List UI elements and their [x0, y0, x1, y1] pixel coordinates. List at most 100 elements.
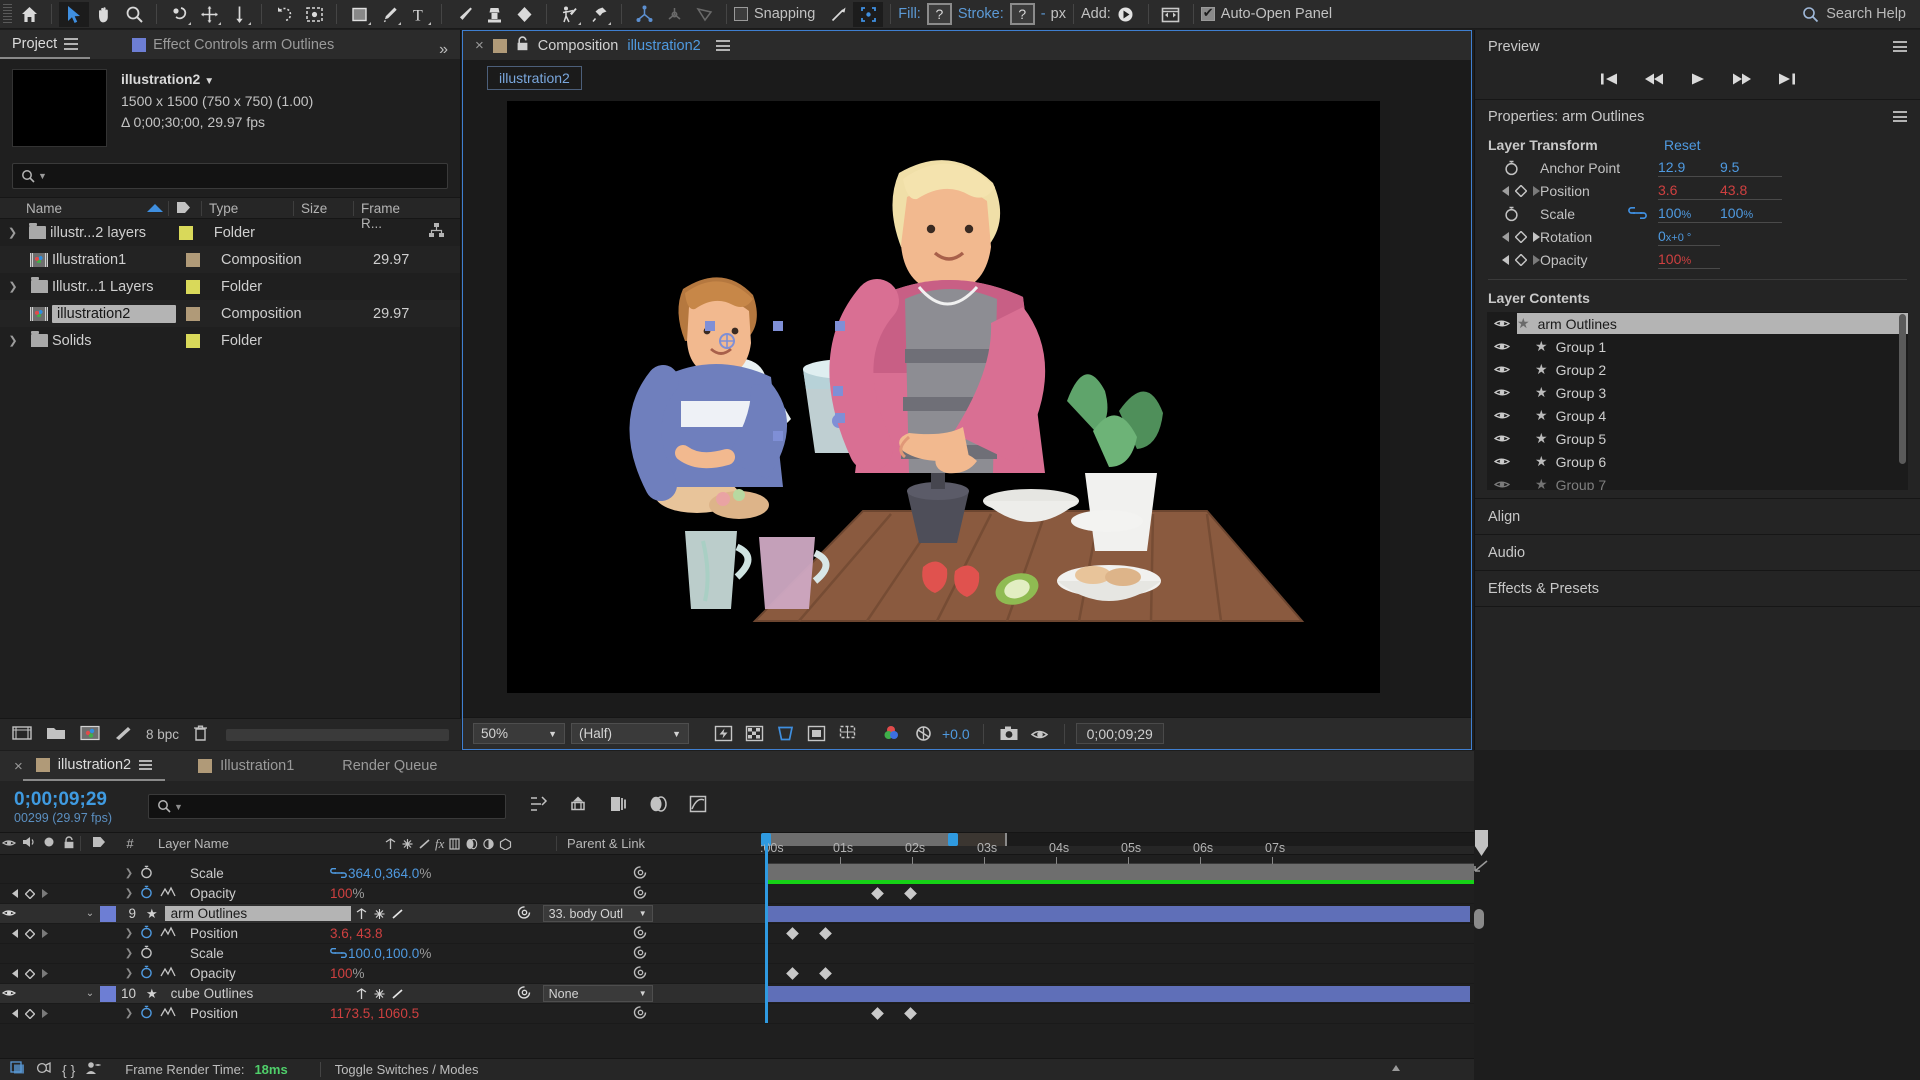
auto-open-checkbox[interactable] [1200, 5, 1215, 21]
rotation-tool-icon[interactable] [164, 2, 194, 27]
keyframe-marker[interactable] [819, 927, 832, 940]
snapping-arrow-icon[interactable] [823, 2, 853, 27]
sort-ascending-icon[interactable] [140, 201, 168, 216]
rectangle-tool-icon[interactable] [344, 2, 374, 27]
video-switch-header-icon[interactable] [0, 836, 18, 851]
video-switch-10[interactable] [0, 986, 18, 1001]
stopwatch-icon-tl-2[interactable] [140, 885, 160, 902]
timeline-layer-9-name[interactable]: arm Outlines [164, 906, 351, 921]
solo-switch-header-icon[interactable] [40, 836, 58, 851]
audio-switch-header-icon[interactable] [18, 836, 40, 851]
eye-icon-5[interactable] [1487, 431, 1517, 447]
comp-end-handle[interactable] [1475, 830, 1488, 856]
eye-icon-4[interactable] [1487, 408, 1517, 424]
parent-pickwhip-9[interactable] [517, 905, 543, 923]
project-row-1-swatch[interactable] [186, 252, 200, 267]
unified-camera-tool-icon[interactable] [194, 2, 224, 27]
search-dropdown-icon-timeline[interactable]: ▼ [174, 802, 183, 812]
panel-menu-icon[interactable] [64, 37, 79, 50]
expand-arrow-icon-prop-4[interactable]: ❯ [118, 948, 140, 959]
column-size[interactable]: Size [293, 200, 353, 216]
layer-name-column-header[interactable]: Layer Name [144, 836, 384, 851]
color-depth-label[interactable]: 8 bpc [146, 727, 179, 742]
scale-link-icon-tl-2[interactable] [330, 946, 348, 961]
timeline-corner-icon[interactable] [1474, 859, 1488, 873]
parent-pickwhip-5[interactable] [625, 965, 765, 983]
timeline-ruler[interactable]: :00s 01s 02s 03s 04s 05s 06s 07s [760, 833, 1474, 864]
scale-x[interactable]: 100% [1658, 205, 1720, 223]
add-menu-icon[interactable] [1111, 2, 1141, 27]
timeline-search-input[interactable]: ▼ [148, 794, 506, 819]
keyframe-marker[interactable] [904, 1007, 917, 1020]
project-row-0-swatch[interactable] [179, 225, 193, 240]
fast-previews-icon[interactable] [711, 723, 736, 745]
keyframe-nav-tl-1[interactable] [0, 888, 60, 899]
scale-link-icon-tl-1[interactable] [330, 866, 348, 881]
keyframe-nav-tl-5[interactable] [0, 968, 60, 979]
toolbar-grip[interactable] [3, 3, 12, 25]
project-search-input[interactable]: ▼ [12, 163, 448, 189]
zoom-level-select[interactable]: 50% ▼ [473, 723, 565, 744]
contents-row-group-5[interactable]: ★ Group 5 [1487, 427, 1908, 450]
composition-artwork[interactable] [507, 101, 1380, 693]
project-row-2[interactable]: ❯ Illustr...1 Layers Folder [0, 273, 460, 300]
timeline-row-opacity-1-value[interactable]: 100% [330, 886, 365, 901]
tab-illustration2[interactable]: illustration2 [22, 751, 166, 781]
selection-tool-icon[interactable] [59, 1, 89, 27]
expand-arrow-icon-prop-3[interactable]: ❯ [118, 928, 140, 939]
keyframe-nav-tl-3[interactable] [0, 928, 60, 939]
parent-select-9[interactable]: 33. body Outl ▼ [542, 905, 653, 922]
channel-select-icon[interactable] [880, 723, 905, 745]
work-area-end-handle[interactable] [948, 833, 958, 846]
contents-row-arm-outlines[interactable]: ★ arm Outlines [1487, 312, 1908, 335]
stopwatch-icon[interactable] [1488, 160, 1540, 176]
clone-stamp-tool-icon[interactable] [479, 2, 509, 27]
zoom-tool-icon[interactable] [119, 2, 149, 27]
frame-blending-footer-icon[interactable] [36, 1061, 52, 1078]
timeline-row-opacity-1[interactable]: ❯ Opacity 100% [0, 884, 765, 904]
layer-label-color-9[interactable] [100, 905, 116, 922]
contents-row-group-3[interactable]: ★ Group 3 [1487, 381, 1908, 404]
exposure-value[interactable]: +0.0 [942, 726, 970, 742]
region-of-interest-icon[interactable] [299, 2, 329, 27]
layer-count-footer-icon[interactable] [85, 1061, 103, 1078]
show-snapshot-icon[interactable] [1028, 723, 1053, 745]
timeline-layer-10-name[interactable]: cube Outlines [165, 986, 351, 1001]
shy-layers-icon[interactable] [528, 795, 548, 818]
parent-pickwhip-4[interactable] [625, 945, 765, 963]
anchor-point-y[interactable]: 9.5 [1720, 159, 1782, 177]
layer-index-column-header[interactable]: # [116, 836, 144, 851]
properties-panel-menu-icon[interactable] [1893, 111, 1907, 122]
expand-layer-arrow-10[interactable]: ⌄ [80, 988, 100, 999]
delete-icon[interactable] [193, 725, 208, 744]
project-row-1[interactable]: Illustration1 Composition 29.97 [0, 246, 460, 273]
toggle-switches-modes-label[interactable]: Toggle Switches / Modes [319, 1062, 479, 1077]
chevron-down-icon[interactable]: ▼ [204, 76, 214, 87]
tab-render-queue[interactable]: Render Queue [329, 751, 450, 781]
region-of-interest-toggle-icon[interactable] [804, 723, 829, 745]
puppet-pin-tool-icon[interactable] [584, 2, 614, 27]
expand-arrow-icon-prop-1[interactable]: ❯ [118, 868, 140, 879]
timeline-row-position-2[interactable]: ❯ Position 3.6, 43.8 [0, 924, 765, 944]
time-indicator-playhead[interactable] [765, 833, 768, 1023]
previous-frame-button[interactable] [1643, 72, 1665, 91]
timeline-row-scale-2-value[interactable]: 100.0,100.0% [348, 946, 431, 961]
type-tool-icon[interactable]: T [404, 2, 434, 27]
stopwatch-icon-2[interactable] [1488, 206, 1540, 222]
rotate-canvas-icon[interactable] [269, 2, 299, 27]
timeline-row-scale-1[interactable]: ❯ Scale 364.0,364.0% [0, 864, 765, 884]
timeline-row-opacity-2-value[interactable]: 100% [330, 966, 365, 981]
resolution-select[interactable]: (Half) ▼ [571, 723, 689, 744]
project-row-2-swatch[interactable] [186, 279, 200, 294]
timeline-row-scale-2[interactable]: ❯ Scale 100.0,100.0% [0, 944, 765, 964]
contents-row-group-7[interactable]: ★ Group 7 [1487, 473, 1908, 490]
expand-arrow-icon[interactable]: ❯ [0, 226, 25, 239]
eye-icon-3[interactable] [1487, 385, 1517, 401]
eraser-tool-icon[interactable] [509, 2, 539, 27]
keyframe-marker[interactable] [904, 887, 917, 900]
stroke-width-value[interactable]: - [1041, 6, 1046, 22]
timeline-panel-menu-icon[interactable] [139, 760, 153, 770]
center-axis-icon[interactable] [659, 2, 689, 27]
transparency-grid-icon[interactable] [742, 723, 767, 745]
column-type[interactable]: Type [201, 200, 293, 216]
